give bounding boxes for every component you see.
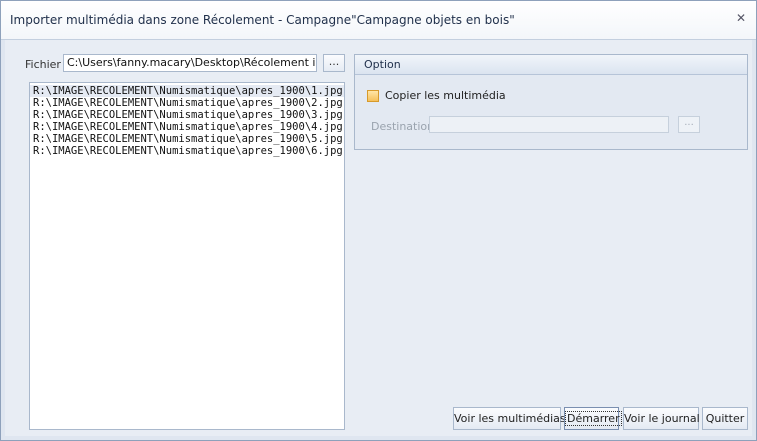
quit-button[interactable]: Quitter [702,407,748,430]
list-item[interactable]: R:\IMAGE\RECOLEMENT\Numismatique\apres_1… [30,85,344,97]
title-bar: Importer multimédia dans zone Récolement… [1,1,756,40]
browse-file-button[interactable]: ... [323,54,345,72]
file-label: Fichier [25,58,61,71]
view-multimedia-button[interactable]: Voir les multimédias [453,407,566,430]
list-item[interactable]: R:\IMAGE\RECOLEMENT\Numismatique\apres_1… [30,109,344,121]
list-item[interactable]: R:\IMAGE\RECOLEMENT\Numismatique\apres_1… [30,97,344,109]
list-item[interactable]: R:\IMAGE\RECOLEMENT\Numismatique\apres_1… [30,133,344,145]
list-item[interactable]: R:\IMAGE\RECOLEMENT\Numismatique\apres_1… [30,145,344,157]
list-item[interactable]: R:\IMAGE\RECOLEMENT\Numismatique\apres_1… [30,121,344,133]
option-header: Option [355,55,747,75]
close-icon[interactable]: ✕ [734,11,748,25]
file-path-field[interactable]: C:\Users\fanny.macary\Desktop\Récolement… [63,54,317,72]
copy-multimedia-label[interactable]: Copier les multimédia [385,89,506,102]
file-list[interactable]: R:\IMAGE\RECOLEMENT\Numismatique\apres_1… [29,82,345,430]
option-panel: Option Copier les multimédia Destination… [354,54,748,150]
destination-browse-button[interactable]: ... [678,116,700,133]
view-journal-button[interactable]: Voir le journal [623,407,700,430]
window-title: Importer multimédia dans zone Récolement… [10,13,515,27]
start-button[interactable]: Démarrer [564,407,622,430]
start-button-label: Démarrer [565,411,622,426]
copy-multimedia-row[interactable]: Copier les multimédia [367,89,506,102]
destination-field[interactable] [429,116,669,133]
destination-label: Destination [371,120,435,133]
copy-multimedia-checkbox[interactable] [367,89,379,102]
